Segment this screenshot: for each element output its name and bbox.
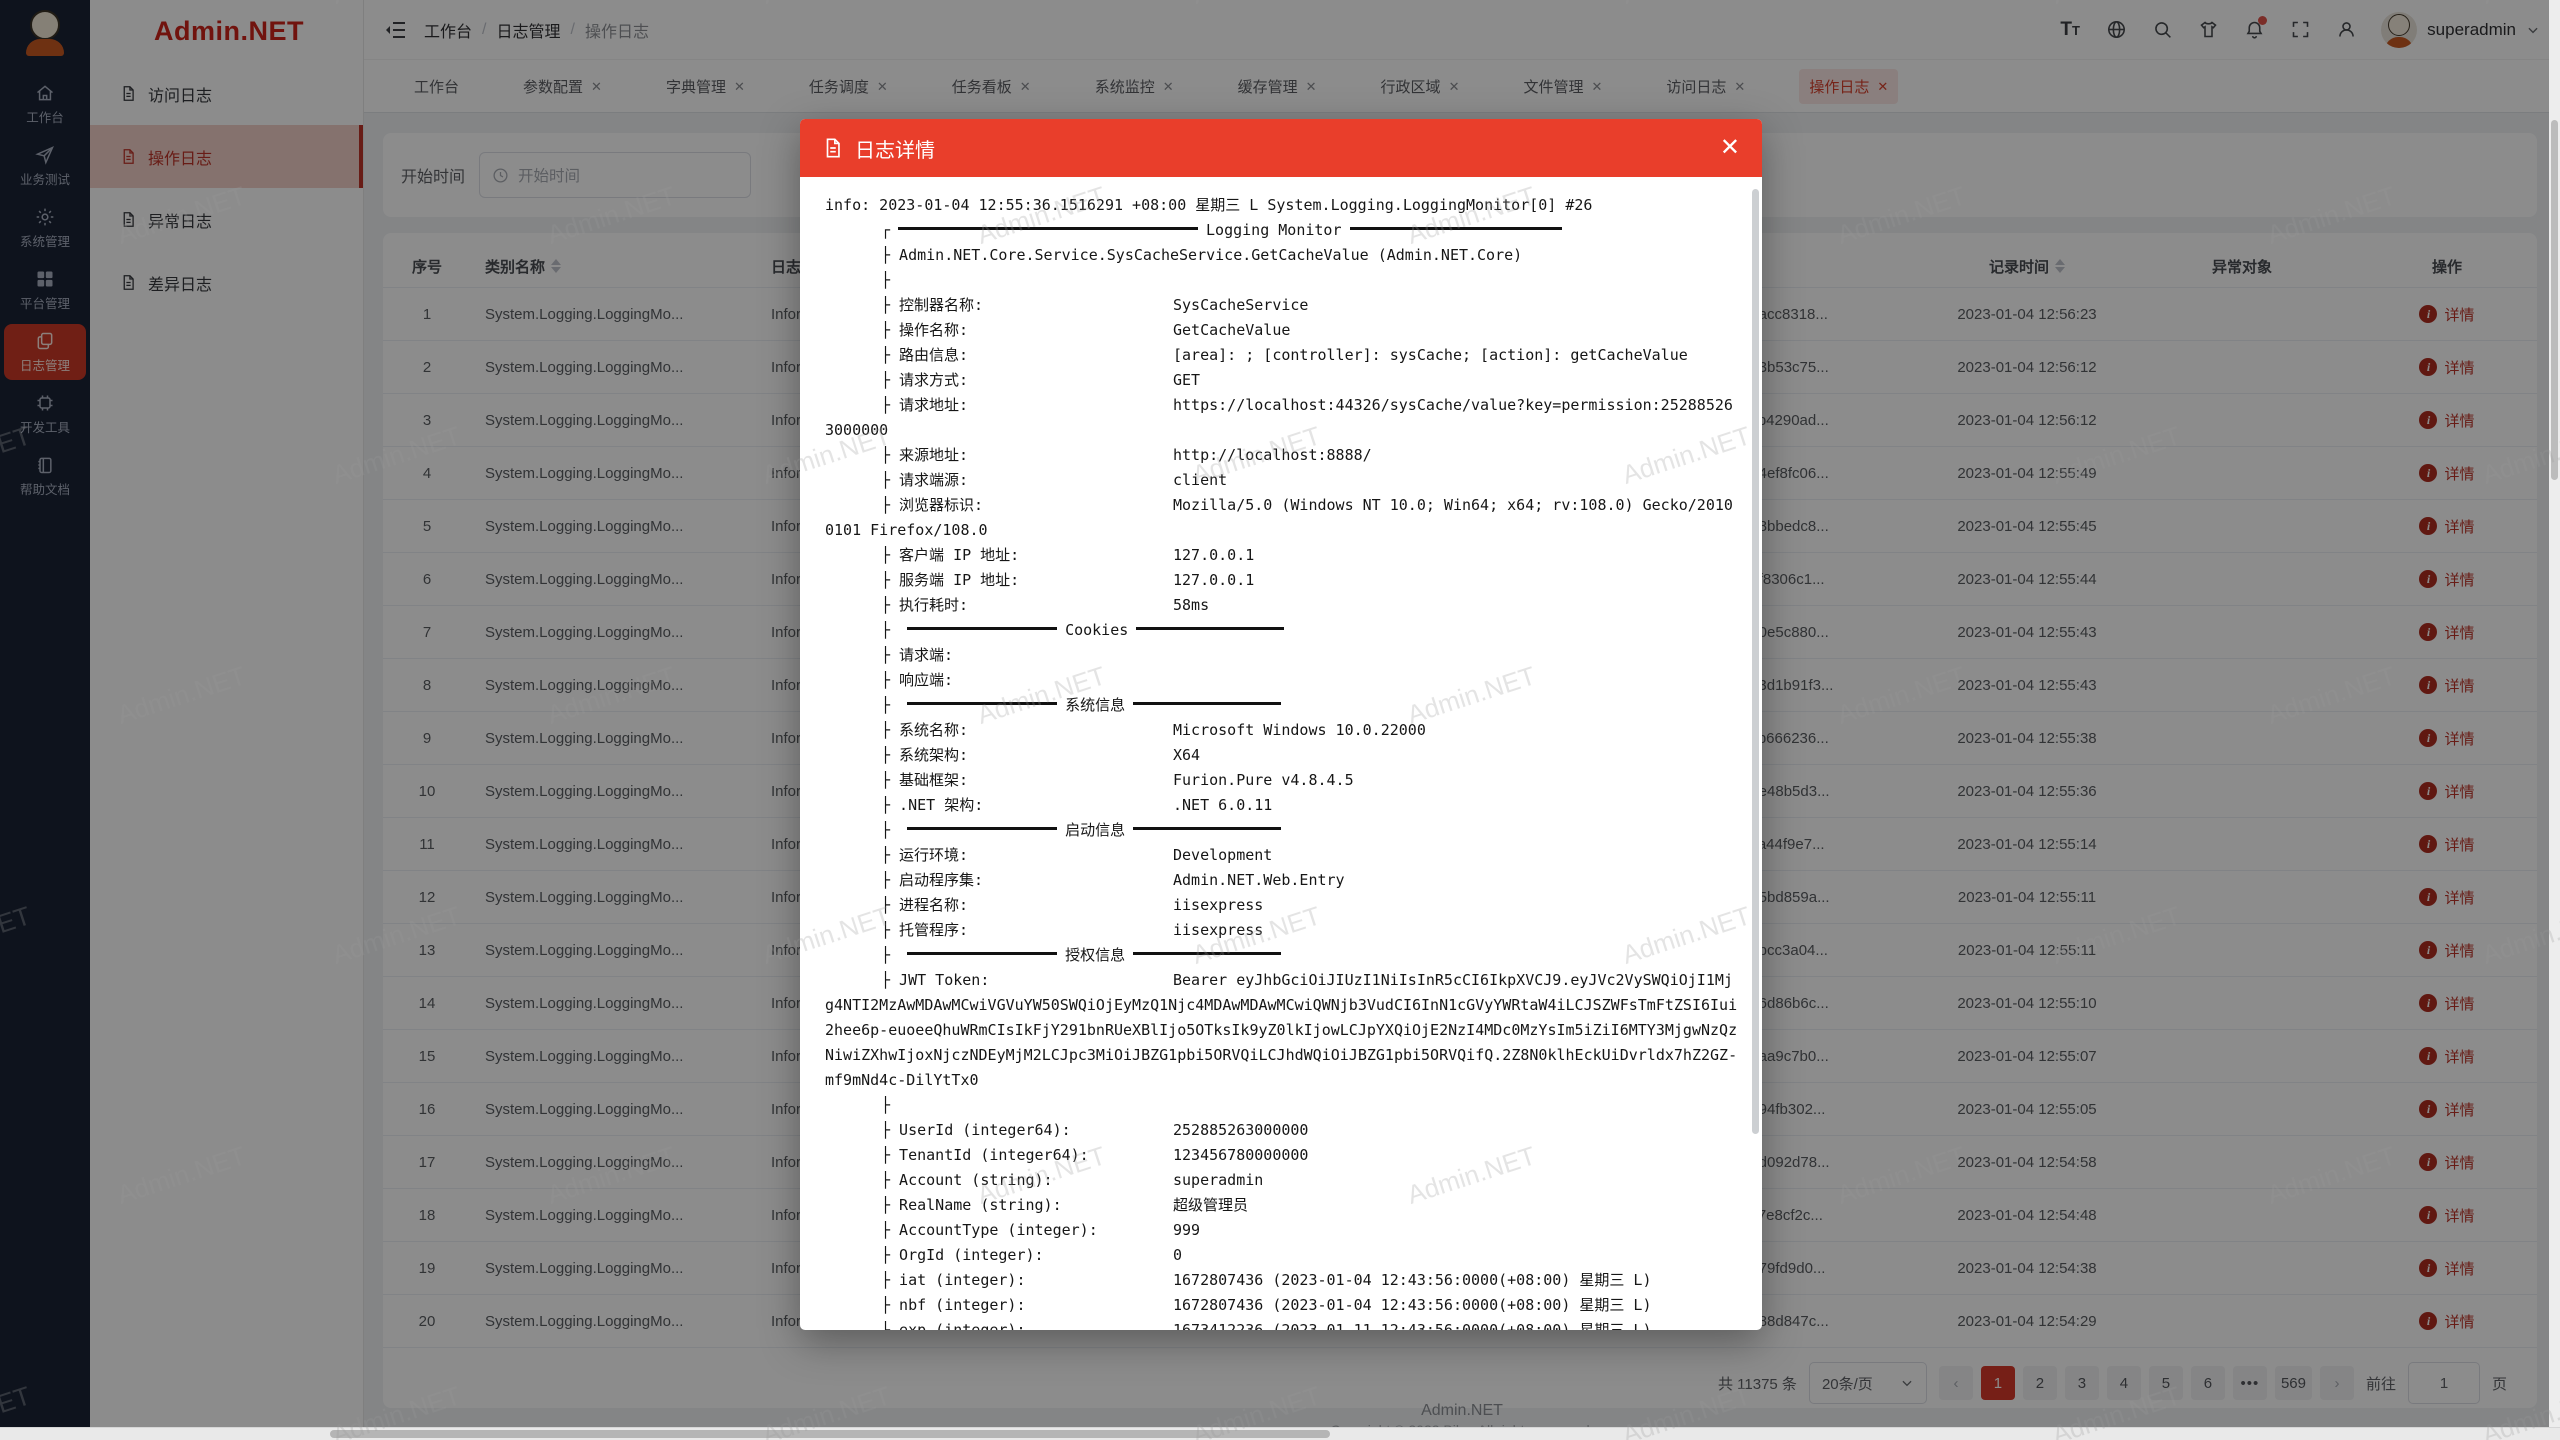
log-label: ├ 执行耗时:	[825, 593, 1173, 618]
log-label: ├ UserId (integer64):	[825, 1118, 1173, 1143]
section-rule	[1350, 227, 1562, 230]
log-box-top: ┌Logging Monitor	[825, 218, 1738, 243]
log-line: ├ 启动程序集:Admin.NET.Web.Entry	[825, 868, 1738, 893]
log-line: ├ 运行环境:Development	[825, 843, 1738, 868]
section-rule	[898, 227, 1198, 230]
log-section-title: 启动信息	[1065, 821, 1125, 839]
modal-header: 日志详情 ✕	[800, 119, 1762, 177]
log-label: ├ 客户端 IP 地址:	[825, 543, 1173, 568]
log-line: ├ 来源地址:http://localhost:8888/	[825, 443, 1738, 468]
log-label: ├ 来源地址:	[825, 443, 1173, 468]
log-line: ├ 路由信息:[area]: ; [controller]: sysCache;…	[825, 343, 1738, 368]
log-label: ├ 路由信息:	[825, 343, 1173, 368]
section-rule	[907, 702, 1057, 705]
horizontal-scrollbar-thumb[interactable]	[330, 1430, 1330, 1438]
log-section: ├ 授权信息	[825, 943, 1738, 968]
log-label: ├ JWT Token:	[825, 968, 1173, 993]
log-label: ├ 请求方式:	[825, 368, 1173, 393]
page-horizontal-scrollbar	[0, 1427, 2560, 1440]
log-line: ├ Account (string):superadmin	[825, 1168, 1738, 1193]
log-label: ├ nbf (integer):	[825, 1293, 1173, 1318]
log-line: ├ nbf (integer):1672807436 (2023-01-04 1…	[825, 1293, 1738, 1318]
log-line: ├ 进程名称:iisexpress	[825, 893, 1738, 918]
log-line: ├ 浏览器标识:Mozilla/5.0 (Windows NT 10.0; Wi…	[825, 493, 1738, 543]
log-label: ├ 响应端:	[825, 668, 1173, 693]
log-line: ├ AccountType (integer):999	[825, 1218, 1738, 1243]
section-rule	[907, 952, 1057, 955]
log-section: ├ 启动信息	[825, 818, 1738, 843]
log-label: ├ .NET 架构:	[825, 793, 1173, 818]
log-line: ├ exp (integer):1673412236 (2023-01-11 1…	[825, 1318, 1738, 1330]
log-label: ├ OrgId (integer):	[825, 1243, 1173, 1268]
log-label: ├ exp (integer):	[825, 1318, 1173, 1330]
log-line: ├ 客户端 IP 地址:127.0.0.1	[825, 543, 1738, 568]
log-section-title: Cookies	[1065, 621, 1128, 639]
log-label: ├ 操作名称:	[825, 318, 1173, 343]
log-line: ├ UserId (integer64):252885263000000	[825, 1118, 1738, 1143]
log-detail-modal: 日志详情 ✕ info: 2023-01-04 12:55:36.1516291…	[800, 119, 1762, 1330]
log-section-title: 授权信息	[1065, 946, 1125, 964]
close-icon[interactable]: ✕	[1720, 136, 1740, 160]
log-label: ├ RealName (string):	[825, 1193, 1173, 1218]
log-label: ├ iat (integer):	[825, 1268, 1173, 1293]
log-section: ├ Cookies	[825, 618, 1738, 643]
log-line: ├ 请求端:	[825, 643, 1738, 668]
log-line: ├ TenantId (integer64):123456780000000	[825, 1143, 1738, 1168]
log-line: ├ JWT Token:Bearer eyJhbGciOiJIUzI1NiIsI…	[825, 968, 1738, 1093]
log-label: ├ 进程名称:	[825, 893, 1173, 918]
log-label: ├ 控制器名称:	[825, 293, 1173, 318]
log-line: ├ 控制器名称:SysCacheService	[825, 293, 1738, 318]
log-label: ├ 基础框架:	[825, 768, 1173, 793]
log-line: ├ OrgId (integer):0	[825, 1243, 1738, 1268]
modal-body: info: 2023-01-04 12:55:36.1516291 +08:00…	[800, 177, 1762, 1330]
log-section: ├ 系统信息	[825, 693, 1738, 718]
log-line: ├	[825, 1093, 1738, 1118]
log-label: ├ 启动程序集:	[825, 868, 1173, 893]
log-line: ├ RealName (string):超级管理员	[825, 1193, 1738, 1218]
log-line: ├ 系统架构:X64	[825, 743, 1738, 768]
log-line: ├	[825, 268, 1738, 293]
log-label: ├ 请求端:	[825, 643, 1173, 668]
log-line: ├ 基础框架:Furion.Pure v4.8.4.5	[825, 768, 1738, 793]
log-label: ├ TenantId (integer64):	[825, 1143, 1173, 1168]
section-rule	[1136, 627, 1284, 630]
log-label: ├ 托管程序:	[825, 918, 1173, 943]
document-icon	[822, 137, 844, 159]
log-info-line: info: 2023-01-04 12:55:36.1516291 +08:00…	[825, 193, 1738, 218]
log-label: ├ 请求端源:	[825, 468, 1173, 493]
log-label: ├ Account (string):	[825, 1168, 1173, 1193]
log-label: ├ 服务端 IP 地址:	[825, 568, 1173, 593]
section-rule	[907, 627, 1057, 630]
log-line: ├ 托管程序:iisexpress	[825, 918, 1738, 943]
log-line: ├ 系统名称:Microsoft Windows 10.0.22000	[825, 718, 1738, 743]
log-label: ├ 系统名称:	[825, 718, 1173, 743]
log-line: ├ Admin.NET.Core.Service.SysCacheService…	[825, 243, 1738, 268]
modal-scrollbar-thumb[interactable]	[1752, 189, 1759, 1134]
log-line: ├ 执行耗时:58ms	[825, 593, 1738, 618]
vertical-scrollbar-thumb[interactable]	[2551, 120, 2558, 480]
log-line: ├ 请求地址:https://localhost:44326/sysCache/…	[825, 393, 1738, 443]
log-label: ├ 运行环境:	[825, 843, 1173, 868]
page-vertical-scrollbar	[2549, 0, 2560, 1428]
section-rule	[907, 827, 1057, 830]
log-line: ├ 操作名称:GetCacheValue	[825, 318, 1738, 343]
log-line: ├ 请求方式:GET	[825, 368, 1738, 393]
log-label: ├ 系统架构:	[825, 743, 1173, 768]
log-label: ├ 请求地址:	[825, 393, 1173, 418]
section-rule	[1133, 827, 1281, 830]
log-line: ├ 请求端源:client	[825, 468, 1738, 493]
modal-title: 日志详情	[855, 134, 935, 163]
log-label: ├ 浏览器标识:	[825, 493, 1173, 518]
section-rule	[1133, 952, 1281, 955]
log-label: ├ AccountType (integer):	[825, 1218, 1173, 1243]
log-line: ├ .NET 架构:.NET 6.0.11	[825, 793, 1738, 818]
log-line: ├ iat (integer):1672807436 (2023-01-04 1…	[825, 1268, 1738, 1293]
log-line: ├ 响应端:	[825, 668, 1738, 693]
log-line: ├ 服务端 IP 地址:127.0.0.1	[825, 568, 1738, 593]
log-section-title: 系统信息	[1065, 696, 1125, 714]
log-section-title: Logging Monitor	[1206, 221, 1341, 239]
section-rule	[1133, 702, 1281, 705]
